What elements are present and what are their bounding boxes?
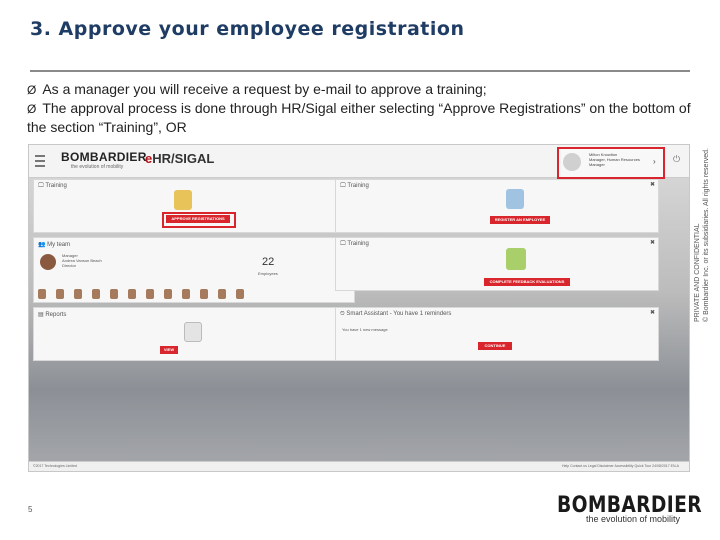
employee-count-label: Employees [258,271,278,276]
power-icon[interactable]: ⏻ [673,154,680,165]
chevron-right-icon[interactable]: › [653,157,656,166]
avatar [563,153,581,171]
close-icon[interactable]: ✖ [650,239,655,246]
module-logo: eHR/SIGAL [145,151,214,166]
tile-training-approve: 🖵 Training ✖ APPROVE REGISTRATIONS [33,179,355,233]
footer-links[interactable]: Help Contact us Legal Disclaimer Accessi… [562,464,679,468]
app-header: BOMBARDIER the evolution of mobility eHR… [29,145,689,179]
tile-title: ⏲ Smart Assistant - You have 1 reminders [340,311,452,317]
tile-title-text: Smart Assistant - You have 1 reminders [346,311,452,317]
confidential-line: PRIVATE AND CONFIDENTIAL [694,223,701,322]
footer-copyright: ©2017 Technologies Limited [33,464,77,468]
brand-tagline: the evolution of mobility [586,514,681,524]
close-icon[interactable]: ✖ [650,181,655,188]
user-info: Milton Knowlton Manager, Human Resources… [589,152,649,167]
continue-button[interactable]: CONTINUE [478,342,512,350]
tile-training-feedback: 🖵 Training ✖ COMPLETE FEEDBACK EVALUATIO… [335,237,659,291]
tile-title: ▤ Reports [38,312,67,318]
avatar[interactable] [164,289,172,299]
tile-title: 🖵 Training [38,183,67,189]
avatar[interactable] [182,289,190,299]
bullet-item: Ø As a manager you will receive a request… [27,80,707,99]
register-illustration-icon [506,189,524,209]
avatar[interactable] [74,289,82,299]
assistant-message: You have 1 new message [342,327,388,332]
manager-info: Manager Andrea Vanson Beach Director [62,253,102,268]
bullet-list: Ø As a manager you will receive a request… [27,80,707,136]
title-divider [30,70,690,72]
tile-title: 🖵 Training [340,241,369,247]
tile-title-text: My team [47,242,71,248]
bullet-text: The approval process is done through HR/… [27,100,691,135]
confidential-note: PRIVATE AND CONFIDENTIAL © Bombardier In… [693,148,711,322]
app-logo-tagline: the evolution of mobility [71,164,124,170]
manager-role: Director [62,263,77,268]
tile-title: 🖵 Training [340,183,369,189]
training-illustration-icon [174,190,192,210]
tile-title-text: Reports [45,312,67,318]
bullet-text: As a manager you will receive a request … [42,81,487,97]
avatar[interactable] [110,289,118,299]
copyright-line: © Bombardier Inc. or its subsidiaries. A… [703,147,710,322]
app-logo: BOMBARDIER [61,150,147,164]
manager-photo [40,254,56,270]
tile-reports: ▤ Reports ✖ VIEW [33,307,355,361]
avatar[interactable] [38,289,46,299]
bullet-arrow-icon: Ø [27,102,37,116]
module-name: HR/SIGAL [152,151,215,166]
complete-feedback-button[interactable]: COMPLETE FEEDBACK EVALUATIONS [484,278,570,286]
tile-title: 👥 My team [38,242,71,248]
register-employee-button[interactable]: REGISTER AN EMPLOYEE [490,216,550,224]
view-reports-button[interactable]: VIEW [160,346,178,354]
tile-smart-assistant: ⏲ Smart Assistant - You have 1 reminders… [335,307,659,361]
report-illustration-icon [184,322,202,342]
user-profile-box[interactable]: Milton Knowlton Manager, Human Resources… [557,147,665,179]
bullet-item: Ø The approval process is done through HR… [27,99,707,136]
page-number: 5 [28,505,33,514]
avatar[interactable] [92,289,100,299]
bullet-arrow-icon: Ø [27,83,37,97]
menu-icon[interactable] [35,155,45,167]
tile-title-text: Training [347,183,369,189]
avatar[interactable] [128,289,136,299]
app-footer: ©2017 Technologies Limited Help Contact … [29,461,689,471]
user-role-secondary: Manager [589,162,605,167]
employee-count: 22 [262,256,275,268]
tile-training-register: 🖵 Training ✖ REGISTER AN EMPLOYEE [335,179,659,233]
close-icon[interactable]: ✖ [650,309,655,316]
approve-registrations-button[interactable]: APPROVE REGISTRATIONS [166,215,230,223]
avatar[interactable] [218,289,226,299]
tile-title-text: Training [347,241,369,247]
tile-my-team: 👥 My team Manager Andrea Vanson Beach Di… [33,237,355,303]
tile-title-text: Training [45,183,67,189]
avatar[interactable] [200,289,208,299]
avatar[interactable] [236,289,244,299]
avatar[interactable] [56,289,64,299]
team-photo-strip[interactable] [38,286,342,299]
avatar[interactable] [146,289,154,299]
slide-title: 3. Approve your employee registration [30,18,465,40]
hr-sigal-screenshot: BOMBARDIER the evolution of mobility eHR… [28,144,690,472]
feedback-illustration-icon [506,248,526,270]
